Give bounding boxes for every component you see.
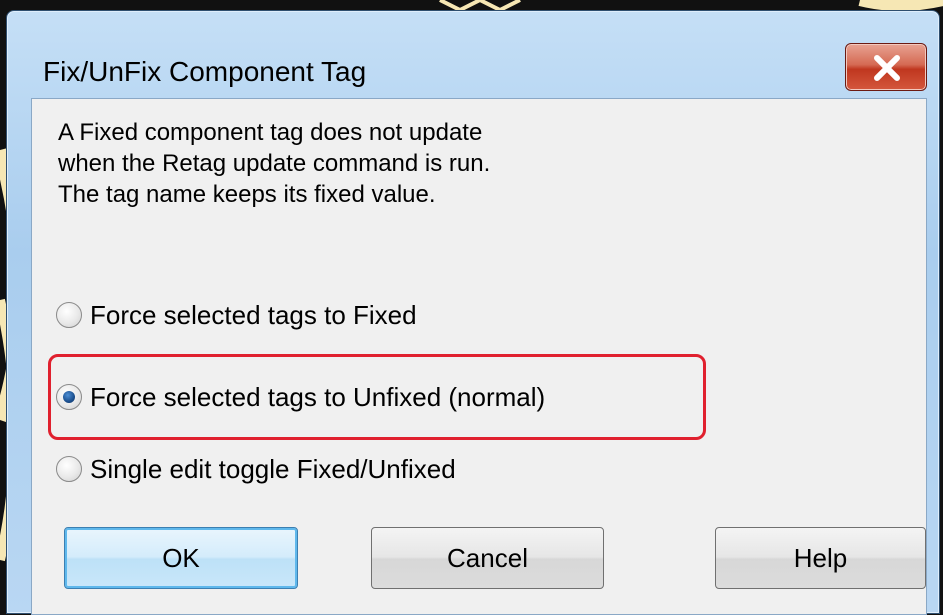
radio-single-edit-toggle[interactable]: [56, 456, 82, 482]
description-line: The tag name keeps its fixed value.: [58, 181, 436, 208]
dialog-body: A Fixed component tag does not update wh…: [31, 98, 927, 615]
description-line: when the Retag update command is run.: [58, 150, 491, 177]
cancel-button[interactable]: Cancel: [371, 527, 604, 589]
description-text: A Fixed component tag does not update wh…: [58, 117, 490, 210]
ok-button[interactable]: OK: [64, 527, 298, 589]
option-force-unfixed[interactable]: Force selected tags to Unfixed (normal): [56, 377, 545, 417]
radio-force-unfixed[interactable]: [56, 384, 82, 410]
option-single-edit-toggle[interactable]: Single edit toggle Fixed/Unfixed: [56, 449, 456, 489]
option-label: Force selected tags to Fixed: [90, 299, 417, 330]
option-force-fixed[interactable]: Force selected tags to Fixed: [56, 295, 417, 335]
option-label: Force selected tags to Unfixed (normal): [90, 381, 546, 412]
title-bar[interactable]: Fix/UnFix Component Tag: [7, 11, 939, 95]
radio-force-fixed[interactable]: [56, 302, 82, 328]
close-icon: [874, 55, 900, 81]
description-line: A Fixed component tag does not update: [58, 119, 483, 146]
close-button[interactable]: [845, 43, 927, 91]
fix-unfix-dialog: Fix/UnFix Component Tag A Fixed componen…: [6, 10, 940, 615]
help-button[interactable]: Help: [715, 527, 926, 589]
dialog-title: Fix/UnFix Component Tag: [43, 56, 367, 87]
option-label: Single edit toggle Fixed/Unfixed: [90, 453, 456, 484]
